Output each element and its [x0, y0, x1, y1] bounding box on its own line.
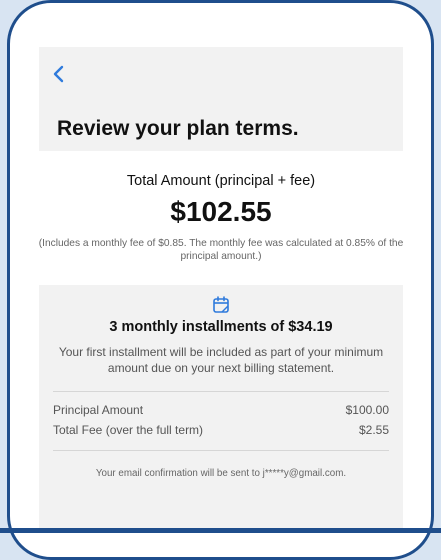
back-button[interactable]	[49, 63, 69, 85]
principal-amount-label: Principal Amount	[53, 403, 144, 417]
bottom-bar	[0, 528, 441, 533]
total-amount-label: Total Amount (principal + fee)	[126, 173, 316, 189]
monthly-fee-note: (Includes a monthly fee of $0.85. The mo…	[39, 238, 403, 262]
email-confirmation-note: Your email confirmation will be sent to …	[95, 468, 347, 479]
installments-title: 3 monthly installments of $34.19	[109, 319, 333, 335]
calendar-icon	[211, 295, 231, 315]
total-amount-value: $102.55	[170, 196, 272, 227]
principal-amount-value: $100.00	[345, 403, 389, 417]
divider	[53, 450, 389, 451]
total-fee-label: Total Fee (over the full term)	[53, 423, 204, 437]
divider	[53, 391, 389, 392]
total-amount-card: Total Amount (principal + fee) $102.55 (…	[39, 151, 403, 285]
page-title: Review your plan terms.	[57, 117, 299, 140]
chevron-left-icon	[53, 65, 64, 83]
screen: Review your plan terms. Total Amount (pr…	[39, 47, 403, 528]
installments-note: Your first installment will be included …	[58, 345, 384, 375]
total-fee-value: $2.55	[358, 423, 389, 437]
